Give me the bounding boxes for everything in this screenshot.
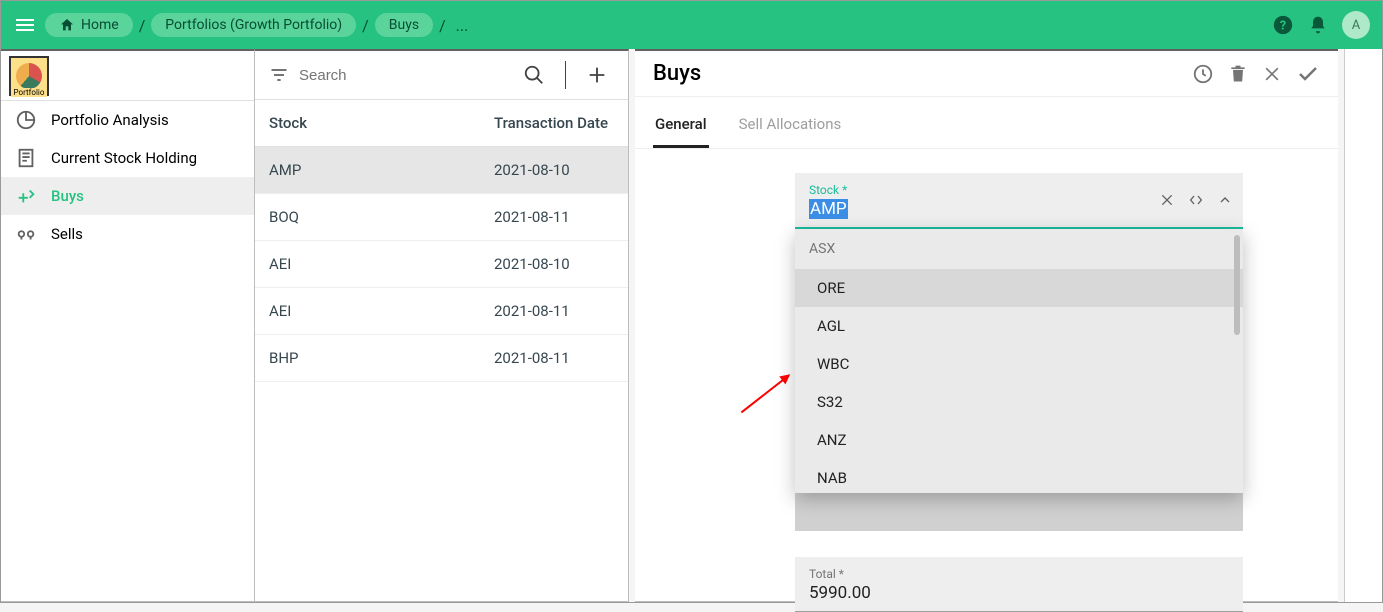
- delete-icon[interactable]: [1228, 64, 1248, 84]
- row-date: 2021-08-11: [494, 208, 614, 226]
- nav-label: Portfolio Analysis: [51, 111, 169, 129]
- header-date: Transaction Date: [494, 114, 614, 132]
- tab-sell-allocations[interactable]: Sell Allocations: [737, 103, 844, 148]
- row-stock: BOQ: [269, 208, 494, 226]
- buy-icon: [15, 185, 37, 207]
- topbar-actions: ? A: [1272, 11, 1370, 39]
- filter-icon[interactable]: [269, 65, 289, 85]
- row-date: 2021-08-10: [494, 161, 614, 179]
- stock-field[interactable]: Stock * AMP: [795, 173, 1243, 229]
- annotation-arrow: [741, 375, 790, 414]
- total-field-value: 5990.00: [809, 583, 1229, 603]
- breadcrumb-separator: /: [362, 16, 369, 35]
- breadcrumb-home[interactable]: Home: [45, 13, 133, 37]
- toolbar-separator: [565, 61, 566, 89]
- detail-column: Buys General Sell Allocations Stock *: [635, 49, 1338, 602]
- brand-row: Portfolio: [1, 51, 254, 101]
- header-stock: Stock: [269, 114, 494, 132]
- dropdown-option[interactable]: WBC: [795, 345, 1243, 383]
- pie-icon: [15, 109, 37, 131]
- row-date: 2021-08-11: [494, 302, 614, 320]
- clear-icon[interactable]: [1159, 192, 1175, 208]
- stock-field-value[interactable]: AMP: [809, 199, 1103, 219]
- app-logo: Portfolio: [9, 56, 49, 96]
- tab-general[interactable]: General: [653, 103, 709, 148]
- list-toolbar: [255, 51, 628, 100]
- chevron-up-icon[interactable]: [1217, 192, 1233, 208]
- breadcrumb-ellipsis[interactable]: ...: [452, 16, 473, 35]
- row-date: 2021-08-10: [494, 255, 614, 273]
- page-title: Buys: [653, 61, 1178, 86]
- row-stock: AMP: [269, 161, 494, 179]
- breadcrumb-label: Home: [81, 17, 119, 33]
- nav-label: Sells: [51, 225, 83, 243]
- nav-item-sells[interactable]: Sells: [1, 215, 254, 253]
- dropdown-option[interactable]: NAB: [795, 459, 1243, 493]
- right-strip: [1344, 49, 1382, 602]
- list-column: Stock Transaction Date AMP 2021-08-10 BO…: [255, 49, 629, 602]
- tabs: General Sell Allocations: [635, 103, 1338, 149]
- breadcrumb-separator: /: [139, 16, 146, 35]
- obscured-field: [795, 493, 1243, 531]
- breadcrumb-separator: /: [439, 16, 446, 35]
- menu-icon[interactable]: [13, 13, 37, 37]
- help-icon[interactable]: ?: [1272, 14, 1294, 36]
- nav-label: Current Stock Holding: [51, 149, 197, 167]
- nav-column: Portfolio Portfolio Analysis Current Sto…: [1, 49, 255, 602]
- dropdown-option[interactable]: ANZ: [795, 421, 1243, 459]
- svg-text:?: ?: [1280, 19, 1286, 34]
- close-icon[interactable]: [1262, 64, 1282, 84]
- list-header: Stock Transaction Date: [255, 100, 628, 147]
- list-row[interactable]: BOQ 2021-08-11: [255, 194, 628, 241]
- row-date: 2021-08-11: [494, 349, 614, 367]
- bell-icon[interactable]: [1308, 15, 1328, 35]
- nav-item-buys[interactable]: Buys: [1, 177, 254, 215]
- list-row[interactable]: AEI 2021-08-10: [255, 241, 628, 288]
- field-icons: [1159, 192, 1233, 208]
- search-input[interactable]: [299, 67, 507, 84]
- receipt-icon: [15, 147, 37, 169]
- nav-label: Buys: [51, 187, 84, 205]
- list-row[interactable]: BHP 2021-08-11: [255, 335, 628, 382]
- breadcrumb-portfolios[interactable]: Portfolios (Growth Portfolio): [151, 13, 356, 37]
- history-icon[interactable]: [1192, 63, 1214, 85]
- row-stock: AEI: [269, 302, 494, 320]
- form-inner: Stock * AMP: [795, 173, 1243, 229]
- total-field[interactable]: Total * 5990.00: [795, 557, 1243, 612]
- breadcrumb-label: Portfolios (Growth Portfolio): [165, 17, 342, 33]
- search-icon[interactable]: [517, 64, 551, 86]
- breadcrumb-label: Buys: [389, 17, 419, 33]
- nav-item-current-holding[interactable]: Current Stock Holding: [1, 139, 254, 177]
- nav-item-portfolio-analysis[interactable]: Portfolio Analysis: [1, 101, 254, 139]
- check-icon[interactable]: [1296, 62, 1320, 86]
- dropdown-option[interactable]: AGL: [795, 307, 1243, 345]
- navigate-icon[interactable]: [1187, 192, 1205, 208]
- row-stock: AEI: [269, 255, 494, 273]
- row-stock: BHP: [269, 349, 494, 367]
- lower-fields: Total * 5990.00: [795, 493, 1243, 612]
- dropdown-group-label: ASX: [795, 229, 1243, 269]
- breadcrumb: Home / Portfolios (Growth Portfolio) / B…: [45, 13, 1264, 37]
- dropdown-scrollbar[interactable]: [1234, 235, 1240, 335]
- brand-text: Portfolio: [11, 88, 47, 97]
- total-field-label: Total *: [809, 567, 1229, 581]
- main-content: Portfolio Portfolio Analysis Current Sto…: [1, 49, 1382, 602]
- dropdown-option[interactable]: S32: [795, 383, 1243, 421]
- dropdown-option[interactable]: ORE: [795, 269, 1243, 307]
- breadcrumb-buys[interactable]: Buys: [375, 13, 433, 37]
- sell-icon: [15, 223, 37, 245]
- detail-header: Buys: [635, 51, 1338, 97]
- list-row[interactable]: AEI 2021-08-11: [255, 288, 628, 335]
- home-icon: [59, 17, 75, 33]
- list-row[interactable]: AMP 2021-08-10: [255, 147, 628, 194]
- stock-dropdown: ASX ORE AGL WBC S32 ANZ NAB: [795, 229, 1243, 493]
- add-icon[interactable]: [580, 64, 614, 86]
- avatar[interactable]: A: [1342, 11, 1370, 39]
- form-area: Stock * AMP: [635, 149, 1338, 253]
- topbar: Home / Portfolios (Growth Portfolio) / B…: [1, 1, 1382, 49]
